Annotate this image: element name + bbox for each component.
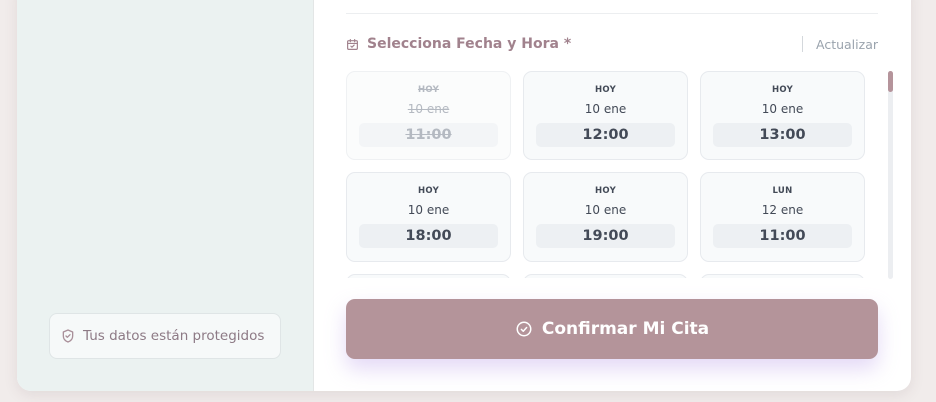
right-panel: Selecciona Fecha y Hora * Actualizar HOY… — [314, 0, 911, 391]
slot-day: HOY — [771, 85, 794, 95]
security-badge-label: Tus datos están protegidos — [83, 328, 265, 344]
time-slot[interactable]: LUN 12 ene 11:00 — [700, 172, 865, 262]
slot-day: HOY — [594, 186, 617, 196]
slot-date: 10 ene — [407, 102, 450, 116]
separator — [802, 36, 803, 52]
security-badge: Tus datos están protegidos — [49, 313, 281, 359]
time-slot[interactable]: HOY 10 ene 19:00 — [523, 172, 688, 262]
time-slot[interactable] — [346, 274, 511, 278]
left-panel: Tus datos están protegidos — [17, 0, 314, 391]
slot-time: 19:00 — [536, 224, 675, 248]
scrollbar-thumb[interactable] — [888, 71, 893, 92]
time-slot[interactable]: HOY 10 ene 12:00 — [523, 71, 688, 160]
slot-day: HOY — [594, 85, 617, 95]
refresh-button[interactable]: Actualizar — [802, 36, 878, 52]
schedule-title-text: Selecciona Fecha y Hora * — [367, 36, 572, 52]
schedule-title: Selecciona Fecha y Hora * — [346, 36, 571, 52]
slot-date: 12 ene — [761, 203, 804, 217]
schedule-header: Selecciona Fecha y Hora * Actualizar — [346, 34, 878, 54]
slot-time: 11:00 — [713, 224, 852, 248]
shield-check-icon — [62, 329, 74, 343]
slot-date: 10 ene — [761, 102, 804, 116]
slot-date: 10 ene — [584, 102, 627, 116]
confirm-button-label: Confirmar Mi Cita — [541, 319, 710, 339]
time-slot[interactable]: HOY 10 ene 18:00 — [346, 172, 511, 262]
check-circle-icon — [516, 321, 532, 337]
booking-card: Tus datos están protegidos Selecciona Fe… — [17, 0, 911, 391]
slot-time: 18:00 — [359, 224, 498, 248]
slot-day: HOY — [417, 186, 440, 196]
confirm-appointment-button[interactable]: Confirmar Mi Cita — [346, 299, 878, 359]
slot-time: 12:00 — [536, 123, 675, 147]
time-slot[interactable]: HOY 10 ene 11:00 — [346, 71, 511, 160]
slot-day: LUN — [772, 186, 793, 196]
time-slot[interactable] — [523, 274, 688, 278]
refresh-label: Actualizar — [816, 36, 878, 52]
slot-day: HOY — [417, 85, 440, 95]
slot-time: 11:00 — [359, 123, 498, 147]
time-slot[interactable] — [700, 274, 865, 278]
slot-date: 10 ene — [407, 203, 450, 217]
time-slots-grid[interactable]: HOY 10 ene 11:00 HOY 10 ene 12:00 HOY 10… — [346, 71, 882, 278]
slot-date: 10 ene — [584, 203, 627, 217]
divider — [346, 13, 878, 14]
slots-scrollbar[interactable] — [888, 71, 893, 279]
slot-time: 13:00 — [713, 123, 852, 147]
calendar-icon — [347, 38, 358, 50]
time-slot[interactable]: HOY 10 ene 13:00 — [700, 71, 865, 160]
